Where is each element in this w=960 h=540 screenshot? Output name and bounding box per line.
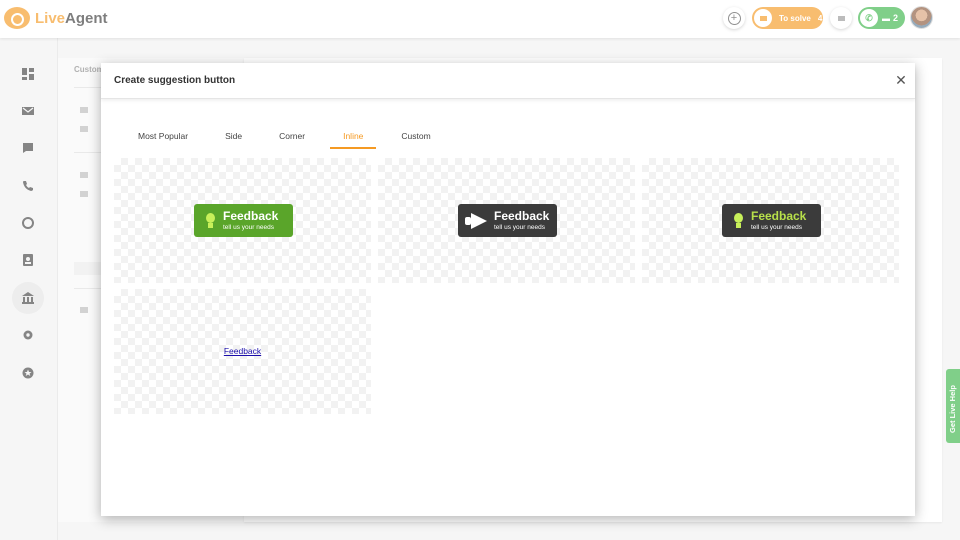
feedback-subtitle: tell us your needs [494,223,545,231]
lightbulb-icon [205,212,215,230]
lightbulb-icon [733,212,743,230]
preview-card[interactable]: Feedback tell us your needs [642,158,899,283]
preview-card[interactable]: Feedback tell us your needs [378,158,635,283]
dialog-header: Create suggestion button ✕ [101,63,915,99]
tab-corner[interactable]: Corner [266,129,318,149]
feedback-button-green[interactable]: Feedback tell us your needs [194,204,293,237]
close-icon[interactable]: ✕ [894,73,908,87]
create-suggestion-button-dialog: Create suggestion button ✕ Most Popular … [101,63,915,516]
tab-custom[interactable]: Custom [388,129,443,149]
dialog-title: Create suggestion button [114,75,236,86]
tab-most-popular[interactable]: Most Popular [125,129,201,149]
feedback-subtitle: tell us your needs [751,223,802,231]
tab-bar: Most Popular Side Corner Inline Custom [125,129,444,149]
feedback-button-dark-lime[interactable]: Feedback tell us your needs [722,204,821,237]
tab-inline[interactable]: Inline [330,129,377,149]
feedback-title: Feedback [751,208,807,223]
preview-card[interactable]: Feedback tell us your needs [114,158,371,283]
tab-side[interactable]: Side [201,129,266,149]
preview-card[interactable]: Feedback [114,289,371,414]
feedback-title: Feedback [494,208,550,223]
feedback-button-dark[interactable]: Feedback tell us your needs [458,204,557,237]
feedback-title: Feedback [223,208,279,223]
feedback-link[interactable]: Feedback [114,346,371,356]
megaphone-icon [463,213,489,229]
feedback-subtitle: tell us your needs [223,223,274,231]
